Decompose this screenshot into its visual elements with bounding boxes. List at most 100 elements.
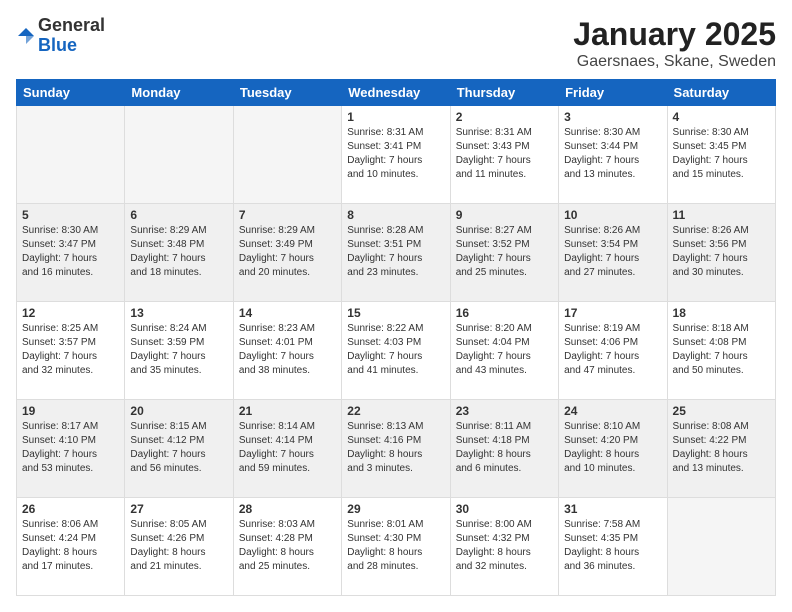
day-number: 17 xyxy=(564,306,661,320)
calendar-subtitle: Gaersnaes, Skane, Sweden xyxy=(573,53,776,71)
day-number: 19 xyxy=(22,404,119,418)
day-info: Sunrise: 8:30 AM Sunset: 3:44 PM Dayligh… xyxy=(564,126,661,182)
calendar-cell: 16 Sunrise: 8:20 AM Sunset: 4:04 PM Dayli… xyxy=(450,302,558,400)
day-number: 4 xyxy=(673,110,770,124)
day-number: 8 xyxy=(347,208,444,222)
calendar-cell: 9 Sunrise: 8:27 AM Sunset: 3:52 PM Daylig… xyxy=(450,204,558,302)
day-info: Sunrise: 8:17 AM Sunset: 4:10 PM Dayligh… xyxy=(22,420,119,476)
day-number: 10 xyxy=(564,208,661,222)
day-number: 6 xyxy=(130,208,227,222)
day-number: 3 xyxy=(564,110,661,124)
calendar-cell: 14 Sunrise: 8:23 AM Sunset: 4:01 PM Dayli… xyxy=(233,302,341,400)
day-info: Sunrise: 8:31 AM Sunset: 3:43 PM Dayligh… xyxy=(456,126,553,182)
day-number: 5 xyxy=(22,208,119,222)
day-number: 24 xyxy=(564,404,661,418)
calendar-cell: 26Sunrise: 8:06 AM Sunset: 4:24 PM Dayli… xyxy=(17,498,125,596)
day-info: Sunrise: 8:22 AM Sunset: 4:03 PM Dayligh… xyxy=(347,322,444,378)
calendar-cell: 18Sunrise: 8:18 AM Sunset: 4:08 PM Dayli… xyxy=(667,302,775,400)
day-number: 29 xyxy=(347,502,444,516)
col-header-monday: Monday xyxy=(125,80,233,106)
day-info: Sunrise: 8:31 AM Sunset: 3:41 PM Dayligh… xyxy=(347,126,444,182)
day-info: Sunrise: 8:29 AM Sunset: 3:48 PM Dayligh… xyxy=(130,224,227,280)
day-info: Sunrise: 8:13 AM Sunset: 4:16 PM Dayligh… xyxy=(347,420,444,476)
calendar-cell: 24 Sunrise: 8:10 AM Sunset: 4:20 PM Dayli… xyxy=(559,400,667,498)
day-number: 25 xyxy=(673,404,770,418)
col-header-wednesday: Wednesday xyxy=(342,80,450,106)
day-info: Sunrise: 8:27 AM Sunset: 3:52 PM Dayligh… xyxy=(456,224,553,280)
day-info: Sunrise: 8:25 AM Sunset: 3:57 PM Dayligh… xyxy=(22,322,119,378)
col-header-tuesday: Tuesday xyxy=(233,80,341,106)
calendar-title: January 2025 xyxy=(573,16,776,53)
calendar-cell: 2 Sunrise: 8:31 AM Sunset: 3:43 PM Daylig… xyxy=(450,106,558,204)
calendar-cell: 11 Sunrise: 8:26 AM Sunset: 3:56 PM Dayli… xyxy=(667,204,775,302)
logo-blue: Blue xyxy=(38,36,105,56)
day-info: Sunrise: 8:10 AM Sunset: 4:20 PM Dayligh… xyxy=(564,420,661,476)
calendar-cell: 25 Sunrise: 8:08 AM Sunset: 4:22 PM Dayli… xyxy=(667,400,775,498)
calendar-cell: 23 Sunrise: 8:11 AM Sunset: 4:18 PM Dayli… xyxy=(450,400,558,498)
week-row-1: 1 Sunrise: 8:31 AM Sunset: 3:41 PM Daylig… xyxy=(17,106,776,204)
calendar-cell: 31Sunrise: 7:58 AM Sunset: 4:35 PM Dayli… xyxy=(559,498,667,596)
calendar-cell: 8Sunrise: 8:28 AM Sunset: 3:51 PM Daylig… xyxy=(342,204,450,302)
day-number: 21 xyxy=(239,404,336,418)
calendar-cell: 3 Sunrise: 8:30 AM Sunset: 3:44 PM Daylig… xyxy=(559,106,667,204)
calendar-cell xyxy=(233,106,341,204)
day-info: Sunrise: 8:14 AM Sunset: 4:14 PM Dayligh… xyxy=(239,420,336,476)
calendar-cell: 20Sunrise: 8:15 AM Sunset: 4:12 PM Dayli… xyxy=(125,400,233,498)
calendar-cell: 7 Sunrise: 8:29 AM Sunset: 3:49 PM Daylig… xyxy=(233,204,341,302)
day-info: Sunrise: 8:23 AM Sunset: 4:01 PM Dayligh… xyxy=(239,322,336,378)
day-info: Sunrise: 8:00 AM Sunset: 4:32 PM Dayligh… xyxy=(456,518,553,574)
day-number: 18 xyxy=(673,306,770,320)
calendar-cell xyxy=(17,106,125,204)
calendar-cell: 28 Sunrise: 8:03 AM Sunset: 4:28 PM Dayli… xyxy=(233,498,341,596)
day-number: 7 xyxy=(239,208,336,222)
day-info: Sunrise: 8:20 AM Sunset: 4:04 PM Dayligh… xyxy=(456,322,553,378)
day-number: 20 xyxy=(130,404,227,418)
day-info: Sunrise: 8:24 AM Sunset: 3:59 PM Dayligh… xyxy=(130,322,227,378)
page: General Blue January 2025 Gaersnaes, Ska… xyxy=(0,0,792,612)
day-info: Sunrise: 8:30 AM Sunset: 3:47 PM Dayligh… xyxy=(22,224,119,280)
day-number: 28 xyxy=(239,502,336,516)
calendar-cell: 13 Sunrise: 8:24 AM Sunset: 3:59 PM Dayli… xyxy=(125,302,233,400)
day-info: Sunrise: 8:05 AM Sunset: 4:26 PM Dayligh… xyxy=(130,518,227,574)
day-number: 31 xyxy=(564,502,661,516)
calendar-cell: 15Sunrise: 8:22 AM Sunset: 4:03 PM Dayli… xyxy=(342,302,450,400)
calendar-cell xyxy=(125,106,233,204)
header: General Blue January 2025 Gaersnaes, Ska… xyxy=(16,16,776,71)
calendar-cell: 19 Sunrise: 8:17 AM Sunset: 4:10 PM Dayli… xyxy=(17,400,125,498)
week-row-2: 5 Sunrise: 8:30 AM Sunset: 3:47 PM Daylig… xyxy=(17,204,776,302)
day-number: 13 xyxy=(130,306,227,320)
day-number: 9 xyxy=(456,208,553,222)
logo-icon xyxy=(16,26,36,46)
calendar-cell: 21 Sunrise: 8:14 AM Sunset: 4:14 PM Dayli… xyxy=(233,400,341,498)
day-number: 16 xyxy=(456,306,553,320)
day-info: Sunrise: 8:03 AM Sunset: 4:28 PM Dayligh… xyxy=(239,518,336,574)
calendar-cell: 12 Sunrise: 8:25 AM Sunset: 3:57 PM Dayli… xyxy=(17,302,125,400)
day-number: 11 xyxy=(673,208,770,222)
logo-text: General Blue xyxy=(38,16,105,56)
title-block: January 2025 Gaersnaes, Skane, Sweden xyxy=(573,16,776,71)
calendar-cell: 5 Sunrise: 8:30 AM Sunset: 3:47 PM Daylig… xyxy=(17,204,125,302)
day-info: Sunrise: 8:30 AM Sunset: 3:45 PM Dayligh… xyxy=(673,126,770,182)
day-info: Sunrise: 8:26 AM Sunset: 3:56 PM Dayligh… xyxy=(673,224,770,280)
day-number: 2 xyxy=(456,110,553,124)
week-row-3: 12 Sunrise: 8:25 AM Sunset: 3:57 PM Dayli… xyxy=(17,302,776,400)
calendar-cell xyxy=(667,498,775,596)
week-row-5: 26Sunrise: 8:06 AM Sunset: 4:24 PM Dayli… xyxy=(17,498,776,596)
calendar-cell: 17Sunrise: 8:19 AM Sunset: 4:06 PM Dayli… xyxy=(559,302,667,400)
logo: General Blue xyxy=(16,16,105,56)
day-number: 23 xyxy=(456,404,553,418)
calendar-cell: 29Sunrise: 8:01 AM Sunset: 4:30 PM Dayli… xyxy=(342,498,450,596)
day-number: 27 xyxy=(130,502,227,516)
day-info: Sunrise: 8:11 AM Sunset: 4:18 PM Dayligh… xyxy=(456,420,553,476)
calendar-cell: 1 Sunrise: 8:31 AM Sunset: 3:41 PM Daylig… xyxy=(342,106,450,204)
day-number: 14 xyxy=(239,306,336,320)
calendar-cell: 30Sunrise: 8:00 AM Sunset: 4:32 PM Dayli… xyxy=(450,498,558,596)
col-header-thursday: Thursday xyxy=(450,80,558,106)
day-number: 12 xyxy=(22,306,119,320)
day-info: Sunrise: 8:26 AM Sunset: 3:54 PM Dayligh… xyxy=(564,224,661,280)
col-header-saturday: Saturday xyxy=(667,80,775,106)
day-number: 1 xyxy=(347,110,444,124)
day-info: Sunrise: 8:29 AM Sunset: 3:49 PM Dayligh… xyxy=(239,224,336,280)
day-info: Sunrise: 8:08 AM Sunset: 4:22 PM Dayligh… xyxy=(673,420,770,476)
calendar-cell: 22Sunrise: 8:13 AM Sunset: 4:16 PM Dayli… xyxy=(342,400,450,498)
